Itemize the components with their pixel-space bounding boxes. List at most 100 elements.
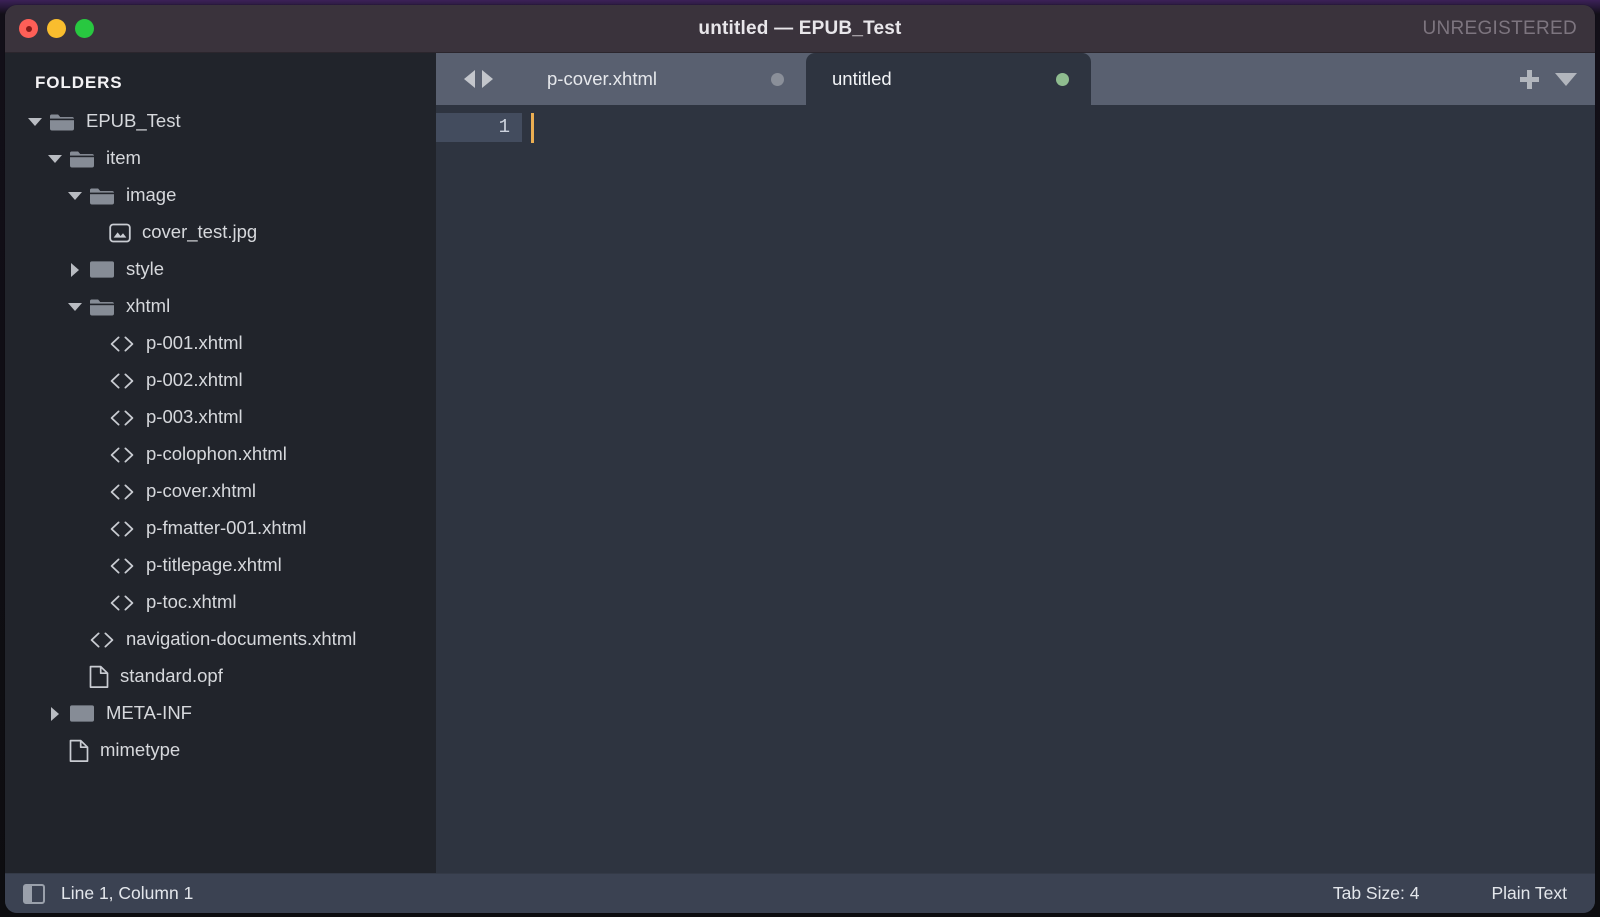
tree-item-label: mimetype bbox=[100, 739, 181, 761]
tree-item[interactable]: EPUB_Test bbox=[5, 103, 436, 140]
disclosure-triangle-down-icon[interactable] bbox=[67, 299, 83, 315]
code-file-icon bbox=[109, 519, 135, 539]
syntax-mode-indicator[interactable]: Plain Text bbox=[1491, 883, 1595, 904]
tree-item-label: p-003.xhtml bbox=[146, 406, 243, 428]
tree-item[interactable]: p-002.xhtml bbox=[5, 362, 436, 399]
tree-item-label: p-titlepage.xhtml bbox=[146, 554, 282, 576]
tree-item-label: item bbox=[106, 147, 141, 169]
text-caret bbox=[531, 113, 534, 143]
folder-open-icon bbox=[89, 185, 115, 206]
sidebar: FOLDERS EPUB_Test item image cover_test.jpg… bbox=[5, 53, 436, 873]
sidebar-toggle-icon[interactable] bbox=[23, 883, 45, 904]
tree-item-label: p-cover.xhtml bbox=[146, 480, 257, 502]
editor-tab-label: untitled bbox=[832, 68, 892, 89]
sidebar-toggle-pane bbox=[25, 885, 32, 902]
folder-closed-icon bbox=[89, 259, 115, 280]
tree-item[interactable]: item bbox=[5, 140, 436, 177]
tree-item[interactable]: p-titlepage.xhtml bbox=[5, 547, 436, 584]
status-bar: Line 1, Column 1 Tab Size: 4 Plain Text bbox=[5, 873, 1595, 913]
tree-item[interactable]: xhtml bbox=[5, 288, 436, 325]
editor-tab[interactable]: p-cover.xhtml bbox=[521, 53, 806, 105]
code-file-icon bbox=[109, 482, 135, 502]
tree-item-label: p-colophon.xhtml bbox=[146, 443, 287, 465]
tree-item[interactable]: p-cover.xhtml bbox=[5, 473, 436, 510]
plus-icon[interactable] bbox=[1520, 69, 1539, 89]
arrow-right-icon[interactable] bbox=[482, 70, 493, 88]
tree-item-label: META-INF bbox=[106, 702, 192, 724]
editor-pane: p-cover.xhtml untitled 1 bbox=[436, 53, 1595, 873]
editor-tab[interactable]: untitled bbox=[806, 53, 1091, 105]
tab-bar: p-cover.xhtml untitled bbox=[436, 53, 1595, 105]
tree-item[interactable]: META-INF bbox=[5, 695, 436, 732]
tree-item[interactable]: p-001.xhtml bbox=[5, 325, 436, 362]
tree-item[interactable]: navigation-documents.xhtml bbox=[5, 621, 436, 658]
text-editor-area[interactable]: 1 bbox=[436, 105, 1595, 873]
tabs-container: p-cover.xhtml untitled bbox=[521, 53, 1091, 105]
tree-item[interactable]: p-003.xhtml bbox=[5, 399, 436, 436]
folder-open-icon bbox=[89, 296, 115, 317]
code-file-icon bbox=[109, 556, 135, 576]
tree-item[interactable]: standard.opf bbox=[5, 658, 436, 695]
line-column-indicator[interactable]: Line 1, Column 1 bbox=[61, 883, 193, 904]
tab-bar-tools bbox=[1510, 53, 1595, 105]
tree-item-label: standard.opf bbox=[120, 665, 223, 687]
disclosure-triangle-right-icon[interactable] bbox=[67, 262, 83, 278]
license-badge: UNREGISTERED bbox=[1422, 17, 1577, 39]
disclosure-triangle-down-icon[interactable] bbox=[67, 188, 83, 204]
arrow-left-icon[interactable] bbox=[464, 70, 475, 88]
folder-open-icon bbox=[69, 148, 95, 169]
code-file-icon bbox=[89, 630, 115, 650]
title-bar: untitled — EPUB_Test UNREGISTERED bbox=[5, 5, 1595, 53]
close-icon bbox=[25, 25, 32, 32]
tree-item[interactable]: p-colophon.xhtml bbox=[5, 436, 436, 473]
tree-item-label: p-fmatter-001.xhtml bbox=[146, 517, 307, 539]
tree-item[interactable]: p-toc.xhtml bbox=[5, 584, 436, 621]
tree-item-label: p-002.xhtml bbox=[146, 369, 243, 391]
code-file-icon bbox=[109, 334, 135, 354]
tree-item-label: p-001.xhtml bbox=[146, 332, 243, 354]
tree-item[interactable]: style bbox=[5, 251, 436, 288]
disclosure-triangle-right-icon[interactable] bbox=[47, 706, 63, 722]
plain-file-icon bbox=[89, 665, 109, 689]
tree-item[interactable]: cover_test.jpg bbox=[5, 214, 436, 251]
window-title: untitled — EPUB_Test bbox=[698, 17, 902, 39]
tree-item-label: navigation-documents.xhtml bbox=[126, 628, 357, 650]
tab-modified-indicator[interactable] bbox=[1056, 72, 1069, 86]
folder-open-icon bbox=[49, 111, 75, 132]
application-window: untitled — EPUB_Test UNREGISTERED FOLDER… bbox=[5, 5, 1595, 913]
tree-item-label: EPUB_Test bbox=[86, 110, 181, 132]
tab-navigation-arrows bbox=[436, 53, 521, 105]
tab-size-indicator[interactable]: Tab Size: 4 bbox=[1333, 883, 1492, 904]
tree-item[interactable]: image bbox=[5, 177, 436, 214]
disclosure-triangle-down-icon[interactable] bbox=[47, 151, 63, 167]
chevron-down-icon[interactable] bbox=[1555, 72, 1577, 86]
tree-item-label: style bbox=[126, 258, 165, 280]
status-bar-right: Tab Size: 4 Plain Text bbox=[1333, 883, 1595, 904]
tab-close-indicator[interactable] bbox=[771, 72, 784, 86]
code-file-icon bbox=[109, 445, 135, 465]
close-window-button[interactable] bbox=[19, 19, 38, 38]
line-number-gutter: 1 bbox=[436, 113, 522, 142]
minimize-window-button[interactable] bbox=[47, 19, 66, 38]
tree-item[interactable]: p-fmatter-001.xhtml bbox=[5, 510, 436, 547]
disclosure-triangle-down-icon[interactable] bbox=[27, 114, 43, 130]
tree-item-label: p-toc.xhtml bbox=[146, 591, 237, 613]
code-file-icon bbox=[109, 408, 135, 428]
tree-item-label: xhtml bbox=[126, 295, 171, 317]
zoom-window-button[interactable] bbox=[75, 19, 94, 38]
tab-bar-filler bbox=[1091, 53, 1510, 105]
tree-item-label: cover_test.jpg bbox=[142, 221, 258, 243]
tree-item[interactable]: mimetype bbox=[5, 732, 436, 769]
